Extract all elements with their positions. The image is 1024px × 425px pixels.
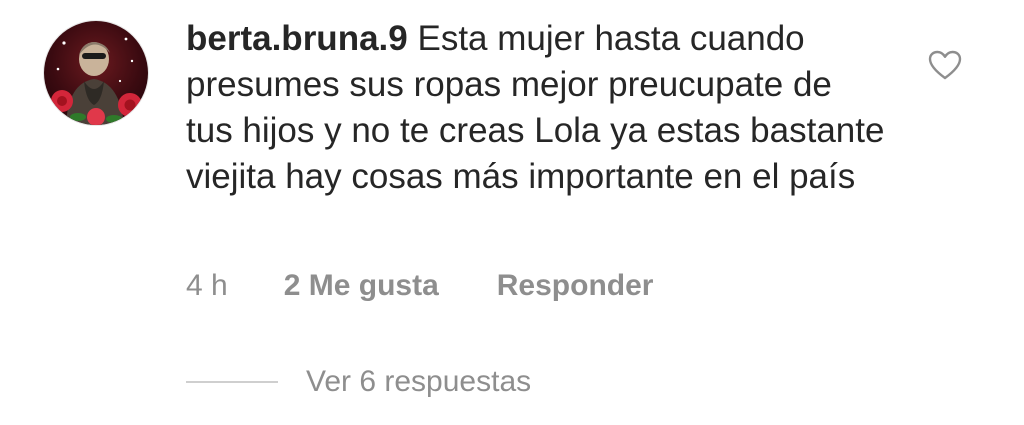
replies-divider-line [186, 381, 278, 383]
comment-time: 4 h [186, 269, 228, 302]
comment-username[interactable]: berta.bruna.9 [186, 19, 408, 58]
comment-body: berta.bruna.9 Esta mujer hasta cuando pr… [186, 16, 886, 200]
comment-meta: 4 h 2 Me gusta Responder [186, 266, 653, 306]
avatar-image [51, 37, 142, 125]
likes-count-button[interactable]: 2 Me gusta [284, 269, 439, 303]
heart-icon[interactable] [928, 50, 962, 80]
view-replies-label: Ver 6 respuestas [306, 365, 532, 398]
comment: berta.bruna.9 Esta mujer hasta cuando pr… [0, 0, 1024, 425]
reply-button[interactable]: Responder [497, 269, 654, 303]
view-replies-button[interactable]: Ver 6 respuestas [186, 362, 531, 402]
avatar[interactable] [44, 21, 148, 125]
